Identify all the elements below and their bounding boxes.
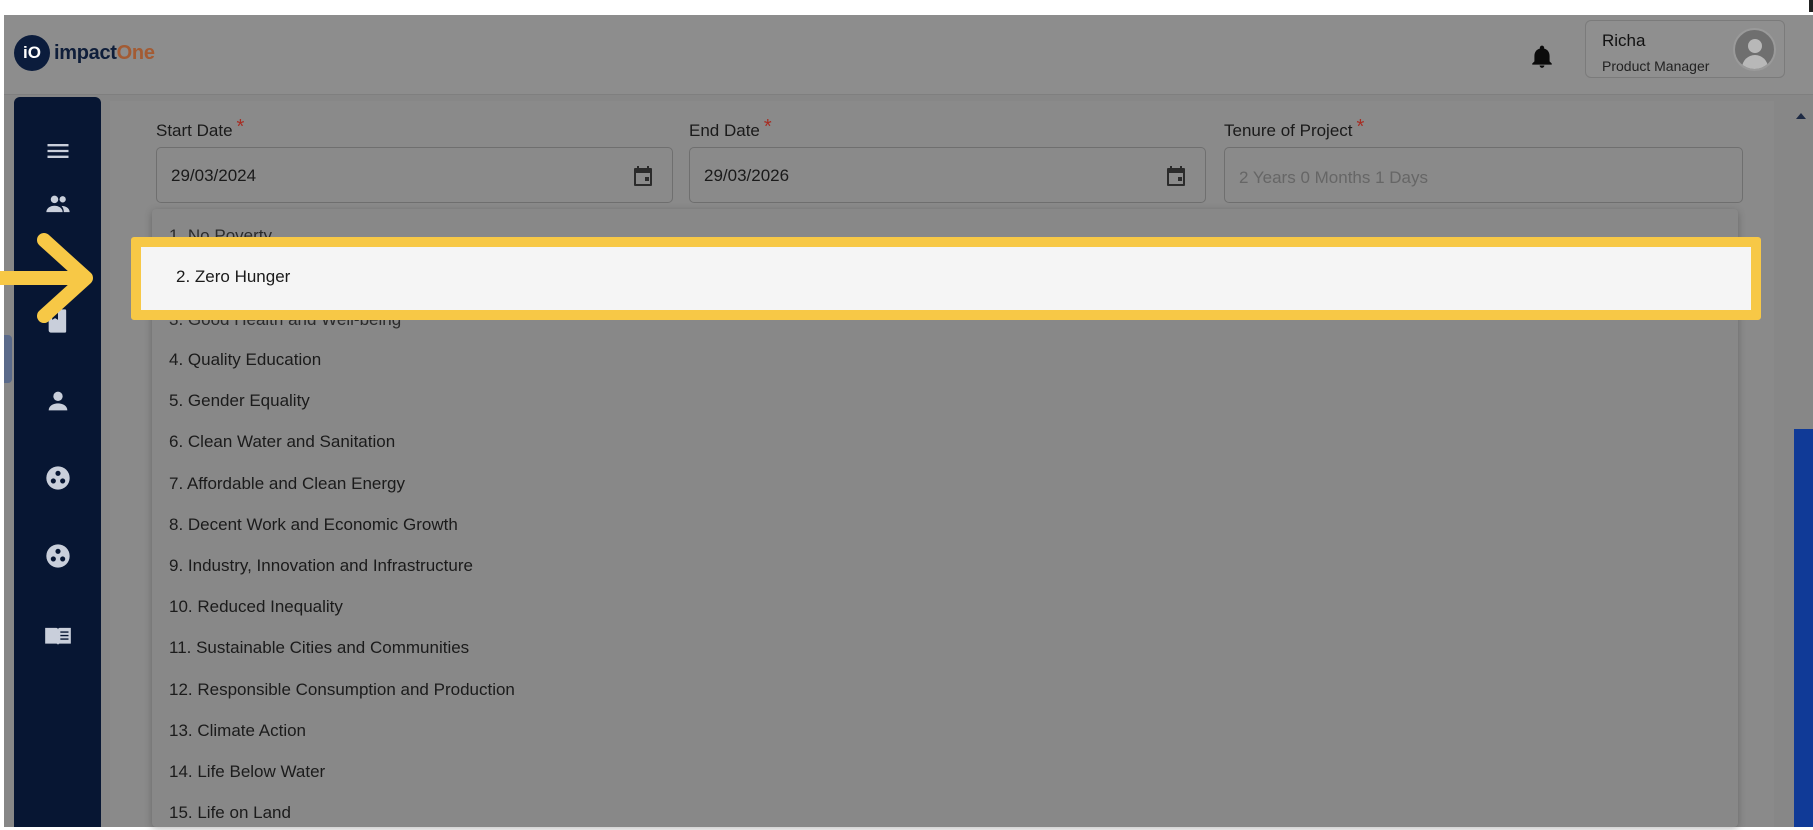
highlighted-option-label: 2. Zero Hunger <box>176 267 291 286</box>
list-item-partial-clip: 3. Good Health and Well-being <box>169 320 569 330</box>
tenure-label: Tenure of Project * <box>1224 116 1365 142</box>
avatar-head <box>1748 39 1762 53</box>
top-bar: iO impactOne Richa Product Manager <box>4 15 1813 95</box>
logo-text: impactOne <box>54 42 155 65</box>
window-corner-mark <box>1809 0 1813 12</box>
end-date-value: 29/03/2026 <box>704 166 790 185</box>
end-date-label: End Date * <box>689 116 772 142</box>
list-item[interactable]: 10. Reduced Inequality <box>169 597 343 617</box>
list-item[interactable]: 4. Quality Education <box>169 350 321 370</box>
list-item-partial[interactable]: 1. No Poverty <box>169 226 272 237</box>
tenure-placeholder: 2 Years 0 Months 1 Days <box>1239 168 1429 187</box>
list-item[interactable]: 8. Decent Work and Economic Growth <box>169 515 458 535</box>
tenure-field[interactable]: 2 Years 0 Months 1 Days <box>1224 147 1743 203</box>
tenure-label-text: Tenure of Project <box>1224 121 1353 140</box>
list-item-partial-text[interactable]: 3. Good Health and Well-being <box>169 320 401 330</box>
list-item[interactable]: 12. Responsible Consumption and Producti… <box>169 680 515 700</box>
logo-text-main: impact <box>54 41 117 64</box>
scroll-up-arrow-icon[interactable] <box>1796 113 1806 119</box>
logo-text-accent: One <box>116 41 155 64</box>
list-item[interactable]: 5. Gender Equality <box>169 391 310 411</box>
menu-icon[interactable] <box>44 137 72 165</box>
calendar-icon[interactable] <box>1164 164 1188 188</box>
list-item[interactable]: 15. Life on Land <box>169 803 291 823</box>
list-item[interactable]: 11. Sustainable Cities and Communities <box>169 638 469 658</box>
start-date-value: 29/03/2024 <box>171 166 257 185</box>
pointer-arrow-icon <box>0 226 100 330</box>
sidebar-collapse-tab[interactable] <box>4 335 12 383</box>
list-item[interactable]: 7. Affordable and Clean Energy <box>169 474 405 494</box>
open-book-icon[interactable] <box>44 622 72 650</box>
avatar-body <box>1742 55 1768 69</box>
logo-badge: iO <box>14 35 50 71</box>
sidebar <box>4 97 101 827</box>
end-date-field[interactable]: 29/03/2026 <box>689 147 1206 203</box>
highlighted-option[interactable]: 2. Zero Hunger <box>131 237 1761 320</box>
start-date-field[interactable]: 29/03/2024 <box>156 147 673 203</box>
list-item[interactable]: 14. Life Below Water <box>169 762 325 782</box>
user-role: Product Manager <box>1602 58 1710 74</box>
scrollbar-thumb[interactable] <box>1794 429 1813 827</box>
list-item[interactable]: 13. Climate Action <box>169 721 306 741</box>
required-mark: * <box>763 116 772 138</box>
user-name: Richa <box>1602 31 1646 50</box>
calendar-icon[interactable] <box>631 164 655 188</box>
notification-bell-icon[interactable] <box>1529 42 1555 72</box>
avatar[interactable] <box>1733 28 1776 71</box>
start-date-label-text: Start Date <box>156 121 233 140</box>
groups-alt-icon[interactable] <box>44 542 72 570</box>
user-profile-card[interactable]: Richa Product Manager <box>1585 20 1785 78</box>
required-mark: * <box>1356 116 1365 138</box>
list-item[interactable]: 6. Clean Water and Sanitation <box>169 432 395 452</box>
required-mark: * <box>236 116 245 138</box>
start-date-label: Start Date * <box>156 116 245 142</box>
list-item[interactable]: 9. Industry, Innovation and Infrastructu… <box>169 556 473 576</box>
app-logo[interactable]: iO impactOne <box>14 35 155 71</box>
end-date-label-text: End Date <box>689 121 760 140</box>
groups-icon[interactable] <box>44 464 72 492</box>
person-icon[interactable] <box>44 387 72 415</box>
people-icon[interactable] <box>44 190 72 218</box>
